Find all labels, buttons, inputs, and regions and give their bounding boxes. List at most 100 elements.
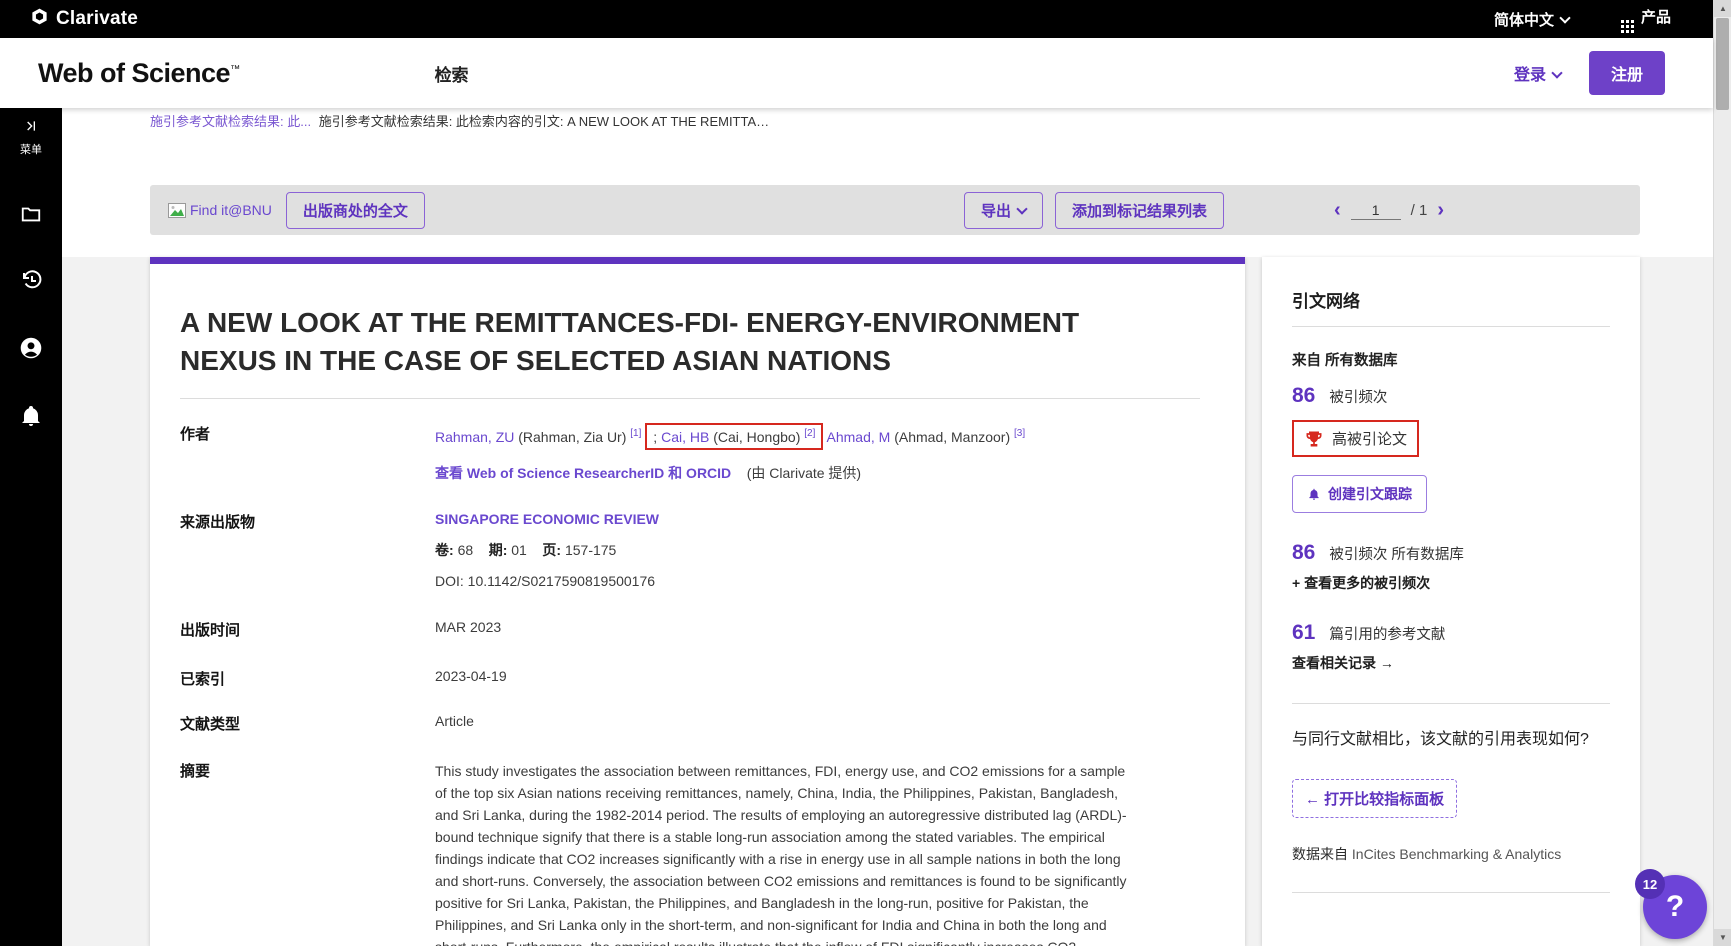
doctype-label: 文献类型 — [180, 713, 435, 734]
web-of-science-page: Clarivate 简体中文 产品 Web of Science™ 检索 登录 … — [0, 0, 1731, 946]
clarivate-brand-label: Clarivate — [56, 8, 138, 30]
scrollbar-thumb[interactable] — [1716, 18, 1729, 110]
arrow-left-icon: ← — [1305, 791, 1320, 808]
source-row: 来源出版物 SINGAPORE ECONOMIC REVIEW 卷: 68 期:… — [180, 511, 1200, 589]
clarivate-logo[interactable]: Clarivate — [30, 7, 138, 32]
fulltext-publisher-button[interactable]: 出版商处的全文 — [286, 192, 425, 229]
cited-refs-row: 61 篇引用的参考文献 — [1292, 621, 1610, 645]
published-label: 出版时间 — [180, 619, 435, 640]
bell-icon — [19, 404, 43, 428]
create-citation-alert-button[interactable]: 创建引文跟踪 — [1292, 475, 1427, 513]
affiliation-ref[interactable]: [1] — [630, 428, 641, 439]
all-db-cited-row: 86 被引频次 所有数据库 — [1292, 541, 1610, 565]
chevron-down-icon — [1016, 203, 1027, 214]
clarivate-topbar: Clarivate 简体中文 产品 — [0, 0, 1713, 38]
authors-line: Rahman, ZU (Rahman, Zia Ur) [1] ; Cai, H… — [435, 423, 1200, 450]
help-button[interactable]: 12 ? — [1643, 875, 1707, 939]
times-cited-label: 被引频次 — [1329, 386, 1387, 407]
title-divider — [180, 398, 1200, 399]
marked-list-button[interactable] — [19, 203, 43, 230]
products-menu[interactable]: 产品 — [1621, 6, 1671, 33]
clarivate-mark-icon — [30, 7, 49, 32]
doctype-row: 文献类型 Article — [180, 713, 1200, 734]
previous-page-arrow[interactable]: ‹ — [1334, 200, 1341, 220]
view-related-records-link[interactable]: 查看相关记录 → — [1292, 653, 1610, 673]
times-cited-count[interactable]: 86 — [1292, 384, 1315, 408]
author-link[interactable]: Rahman, ZU — [435, 429, 514, 445]
history-button[interactable] — [19, 268, 43, 297]
broken-image-icon — [168, 203, 186, 218]
times-cited-row: 86 被引频次 — [1292, 384, 1610, 408]
page-number-input[interactable] — [1351, 201, 1401, 220]
indexed-row: 已索引 2023-04-19 — [180, 668, 1200, 689]
history-icon — [19, 268, 43, 292]
question-mark-icon: ? — [1666, 890, 1684, 924]
affiliation-ref[interactable]: [2] — [804, 428, 815, 439]
breadcrumb-back-link[interactable]: 施引参考文献检索结果: 此... — [150, 114, 311, 129]
abstract-text: This study investigates the association … — [435, 760, 1140, 946]
journal-link[interactable]: SINGAPORE ECONOMIC REVIEW — [435, 511, 659, 527]
highly-cited-label: 高被引论文 — [1332, 428, 1407, 449]
highlighted-author-box: ; Cai, HB (Cai, Hongbo) [2] — [645, 423, 823, 450]
findit-link[interactable]: Find it@BNU — [168, 202, 272, 218]
view-more-citations-link[interactable]: + 查看更多的被引频次 — [1292, 573, 1610, 593]
menu-expand-button[interactable]: 菜单 — [20, 118, 42, 157]
alerts-button[interactable] — [19, 404, 43, 433]
scroll-up-arrow-icon[interactable]: ▲ — [1714, 0, 1731, 17]
peer-comparison-question: 与同行文献相比，该文献的引用表现如何? — [1292, 726, 1610, 753]
record-toolbar: Find it@BNU 出版商处的全文 导出 添加到标记结果列表 ‹ / 1 › — [150, 185, 1640, 235]
breadcrumb: 施引参考文献检索结果: 此... 施引参考文献检索结果: 此检索内容的引文: A… — [150, 111, 769, 130]
volume-issue-pages: 卷: 68 期: 01 页: 157-175 — [435, 540, 1200, 560]
vertical-scrollbar[interactable]: ▲ ▼ — [1713, 0, 1731, 946]
divider — [1292, 703, 1610, 704]
cited-refs-count[interactable]: 61 — [1292, 621, 1315, 645]
nav-search-tab[interactable]: 检索 — [435, 61, 469, 86]
bell-icon — [1307, 487, 1321, 501]
chevron-down-icon — [1559, 12, 1570, 23]
trophy-icon — [1304, 429, 1324, 449]
app-grid-icon — [1621, 20, 1634, 33]
researcher-id-line: 查看 Web of Science ResearcherID 和 ORCID (… — [435, 463, 1200, 483]
page-total: / 1 — [1411, 202, 1428, 219]
all-db-cited-label: 被引频次 所有数据库 — [1329, 543, 1464, 564]
published-row: 出版时间 MAR 2023 — [180, 619, 1200, 640]
abstract-label: 摘要 — [180, 760, 435, 946]
record-card: A NEW LOOK AT THE REMITTANCES-FDI- ENERG… — [150, 257, 1245, 946]
authors-row: 作者 Rahman, ZU (Rahman, Zia Ur) [1] ; Cai… — [180, 423, 1200, 483]
all-db-cited-count[interactable]: 86 — [1292, 541, 1315, 565]
cited-refs-label: 篇引用的参考文献 — [1329, 623, 1445, 644]
researcher-id-link[interactable]: 查看 Web of Science ResearcherID 和 ORCID — [435, 465, 731, 481]
citation-scope: 来自 所有数据库 — [1292, 349, 1610, 370]
login-menu[interactable]: 登录 — [1514, 61, 1561, 85]
doi-line: DOI: 10.1142/S0217590819500176 — [435, 573, 1200, 589]
left-nav-rail: 菜单 — [0, 108, 62, 946]
account-button[interactable] — [18, 335, 44, 366]
author-link[interactable]: Ahmad, M — [827, 429, 891, 445]
wos-header: Web of Science™ 检索 登录 注册 — [0, 38, 1713, 108]
breadcrumb-current: 施引参考文献检索结果: 此检索内容的引文: A NEW LOOK AT THE … — [319, 114, 769, 129]
citation-network-panel: 引文网络 来自 所有数据库 86 被引频次 高被引论文 创建引文跟踪 86 被引… — [1262, 257, 1640, 946]
help-badge: 12 — [1635, 869, 1665, 899]
affiliation-ref[interactable]: [3] — [1014, 428, 1025, 439]
data-source-note: 数据来自 InCites Benchmarking & Analytics — [1292, 844, 1610, 864]
researcher-id-note: (由 Clarivate 提供) — [747, 465, 861, 481]
chevron-down-icon — [1551, 67, 1562, 78]
expand-menu-icon — [22, 121, 40, 138]
export-button[interactable]: 导出 — [964, 192, 1043, 229]
source-label: 来源出版物 — [180, 511, 435, 589]
register-button[interactable]: 注册 — [1589, 51, 1665, 95]
citation-network-title: 引文网络 — [1292, 287, 1610, 312]
authors-label: 作者 — [180, 423, 435, 483]
abstract-row: 摘要 This study investigates the associati… — [180, 760, 1200, 946]
next-page-arrow[interactable]: › — [1437, 200, 1444, 220]
article-title: A NEW LOOK AT THE REMITTANCES-FDI- ENERG… — [180, 304, 1120, 380]
folder-icon — [19, 203, 43, 225]
add-to-marked-list-button[interactable]: 添加到标记结果列表 — [1055, 192, 1224, 229]
author-link[interactable]: Cai, HB — [661, 429, 709, 445]
published-value: MAR 2023 — [435, 619, 1200, 640]
open-comparison-dashboard-button[interactable]: ← 打开比较指标面板 — [1292, 779, 1457, 818]
language-selector[interactable]: 简体中文 — [1494, 9, 1569, 30]
scroll-down-arrow-icon[interactable]: ▼ — [1714, 929, 1731, 946]
arrow-right-icon: → — [1380, 655, 1394, 671]
wos-logo[interactable]: Web of Science™ — [38, 58, 240, 89]
